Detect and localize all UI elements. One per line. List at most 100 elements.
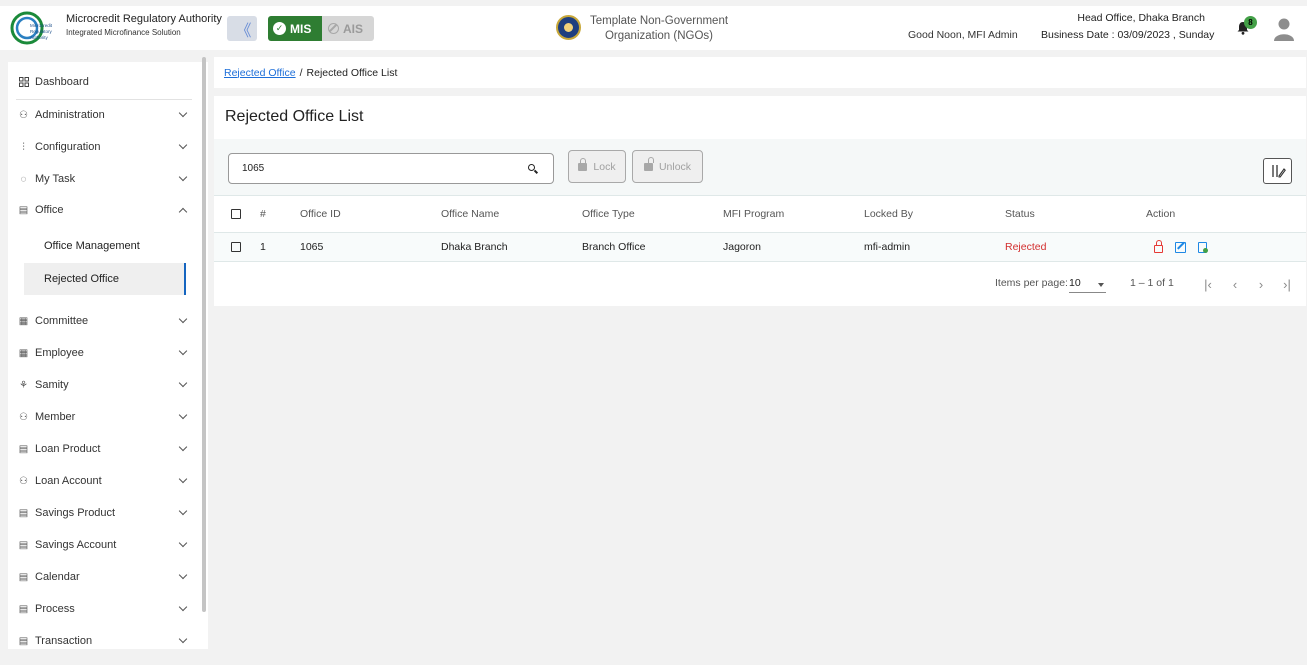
column-header-status[interactable]: Status <box>1005 195 1146 233</box>
breadcrumb: Rejected Office / Rejected Office List <box>214 57 1306 88</box>
column-header-office-type[interactable]: Office Type <box>582 195 723 233</box>
table-header-row: # Office ID Office Name Office Type MFI … <box>214 195 1306 233</box>
items-per-page-select[interactable]: 10 <box>1069 273 1106 293</box>
sidebar-item-my-task[interactable]: ◌ My Task <box>8 164 200 194</box>
chevron-down-icon <box>178 346 188 356</box>
unlock-button-label: Unlock <box>658 160 692 173</box>
savings-product-icon: ▤ <box>18 507 29 519</box>
user-avatar-icon[interactable] <box>1273 17 1295 41</box>
unlock-button[interactable]: Unlock <box>632 150 703 183</box>
search-input[interactable] <box>242 163 512 174</box>
lock-icon <box>578 157 588 171</box>
rejected-office-table: # Office ID Office Name Office Type MFI … <box>214 195 1306 262</box>
transaction-icon: ▤ <box>18 635 29 647</box>
sidebar-collapse-button[interactable]: 《 <box>227 16 257 41</box>
sidebar-item-process[interactable]: ▤ Process <box>8 594 200 624</box>
sidebar: Dashboard ⚇ Administration ⫶ Configurati… <box>8 62 208 649</box>
savings-account-icon: ▤ <box>18 539 29 551</box>
svg-text:Regulatory: Regulatory <box>30 29 53 34</box>
column-header-locked-by[interactable]: Locked By <box>864 195 1005 233</box>
sidebar-item-savings-product[interactable]: ▤ Savings Product <box>8 498 200 528</box>
sidebar-scrollbar[interactable] <box>202 57 206 612</box>
check-circle-icon: ✓ <box>273 22 286 35</box>
sidebar-subitem-rejected-office[interactable]: Rejected Office <box>24 263 186 295</box>
sidebar-item-label: Process <box>35 603 75 615</box>
sidebar-item-employee[interactable]: ▦ Employee <box>8 338 200 368</box>
task-circle-icon: ◌ <box>20 173 27 185</box>
brand-subtitle: Integrated Microfinance Solution <box>66 28 181 37</box>
column-header-action: Action <box>1146 195 1306 233</box>
chevron-down-icon <box>178 314 188 324</box>
dropdown-caret-icon <box>1098 283 1104 287</box>
row-checkbox[interactable] <box>231 242 241 253</box>
cell-office-name: Dhaka Branch <box>441 232 582 262</box>
select-all-checkbox[interactable] <box>231 209 241 220</box>
process-icon: ▤ <box>18 603 29 615</box>
lock-button[interactable]: Lock <box>568 150 626 183</box>
users-icon: ⚇ <box>19 109 28 121</box>
column-header-mfi-program[interactable]: MFI Program <box>723 195 864 233</box>
column-settings-button[interactable] <box>1263 158 1292 184</box>
mis-toggle-button[interactable]: ✓ MIS <box>268 16 322 41</box>
sidebar-item-savings-account[interactable]: ▤ Savings Account <box>8 530 200 560</box>
sidebar-item-loan-account[interactable]: ⚇ Loan Account <box>8 466 200 496</box>
dashboard-grid-icon <box>18 77 29 88</box>
sidebar-item-calendar[interactable]: ▤ Calendar <box>8 562 200 592</box>
sidebar-subitem-office-management[interactable]: Office Management <box>24 230 186 262</box>
chevron-up-icon <box>178 207 188 217</box>
sidebar-item-member[interactable]: ⚇ Member <box>8 402 200 432</box>
lock-icon[interactable] <box>1154 240 1163 253</box>
next-page-icon[interactable]: › <box>1253 276 1269 292</box>
first-page-icon[interactable]: |‹ <box>1200 276 1216 292</box>
column-header-office-name[interactable]: Office Name <box>441 195 582 233</box>
sidebar-item-committee[interactable]: ▦ Committee <box>8 306 200 336</box>
paginator: Items per page: 10 1 – 1 of 1 |‹ ‹ › ›| <box>214 266 1306 302</box>
sidebar-item-transaction[interactable]: ▤ Transaction <box>8 626 200 649</box>
cell-office-id: 1065 <box>300 232 441 262</box>
sidebar-item-configuration[interactable]: ⫶ Configuration <box>8 132 200 162</box>
sidebar-item-label: Loan Product <box>35 443 101 455</box>
rejected-office-card: Rejected Office List Lock Unlock <box>214 96 1306 306</box>
search-field[interactable] <box>228 153 554 184</box>
chevron-down-icon <box>178 108 188 118</box>
double-chevron-left-icon: 《 <box>235 22 251 40</box>
loan-account-icon: ⚇ <box>19 475 28 487</box>
breadcrumb-link-rejected-office[interactable]: Rejected Office <box>224 67 296 79</box>
branch-name: Head Office, Dhaka Branch <box>1077 12 1205 24</box>
view-details-icon[interactable] <box>1198 241 1208 253</box>
svg-text:Microcredit: Microcredit <box>30 23 53 28</box>
status-badge: Rejected <box>1005 232 1146 262</box>
items-per-page-value: 10 <box>1069 277 1081 289</box>
select-all-cell <box>214 195 260 233</box>
cell-index: 1 <box>260 232 300 262</box>
pagination-range: 1 – 1 of 1 <box>1130 277 1174 289</box>
column-header-office-id[interactable]: Office ID <box>300 195 441 233</box>
items-per-page-label: Items per page: <box>995 277 1068 289</box>
search-icon[interactable] <box>528 164 535 171</box>
sidebar-item-label: Administration <box>35 109 105 121</box>
notification-badge: 8 <box>1244 16 1257 29</box>
sidebar-item-administration[interactable]: ⚇ Administration <box>8 100 200 130</box>
sidebar-item-label: My Task <box>35 173 76 185</box>
chevron-down-icon <box>178 602 188 612</box>
sidebar-item-loan-product[interactable]: ▤ Loan Product <box>8 434 200 464</box>
sidebar-item-dashboard[interactable]: Dashboard <box>8 67 200 97</box>
member-icon: ⚇ <box>19 411 28 423</box>
sidebar-item-label: Loan Account <box>35 475 102 487</box>
sidebar-subitem-label: Office Management <box>44 240 140 252</box>
row-select-cell <box>214 232 260 262</box>
last-page-icon[interactable]: ›| <box>1279 276 1295 292</box>
column-edit-icon <box>1271 165 1286 178</box>
previous-page-icon[interactable]: ‹ <box>1227 276 1243 292</box>
samity-icon: ⚘ <box>19 379 28 391</box>
chevron-down-icon <box>178 634 188 644</box>
ais-label: AIS <box>343 21 364 36</box>
business-date: Business Date : 03/09/2023 , Sunday <box>1041 29 1215 41</box>
table-toolbar: Lock Unlock <box>214 139 1306 195</box>
edit-icon[interactable] <box>1175 241 1186 253</box>
ais-toggle-button[interactable]: AIS <box>322 16 374 41</box>
sidebar-item-samity[interactable]: ⚘ Samity <box>8 370 200 400</box>
sidebar-item-office[interactable]: ▤ Office <box>8 195 200 225</box>
sidebar-item-label: Transaction <box>35 635 93 647</box>
sidebar-item-label: Office <box>35 204 64 216</box>
